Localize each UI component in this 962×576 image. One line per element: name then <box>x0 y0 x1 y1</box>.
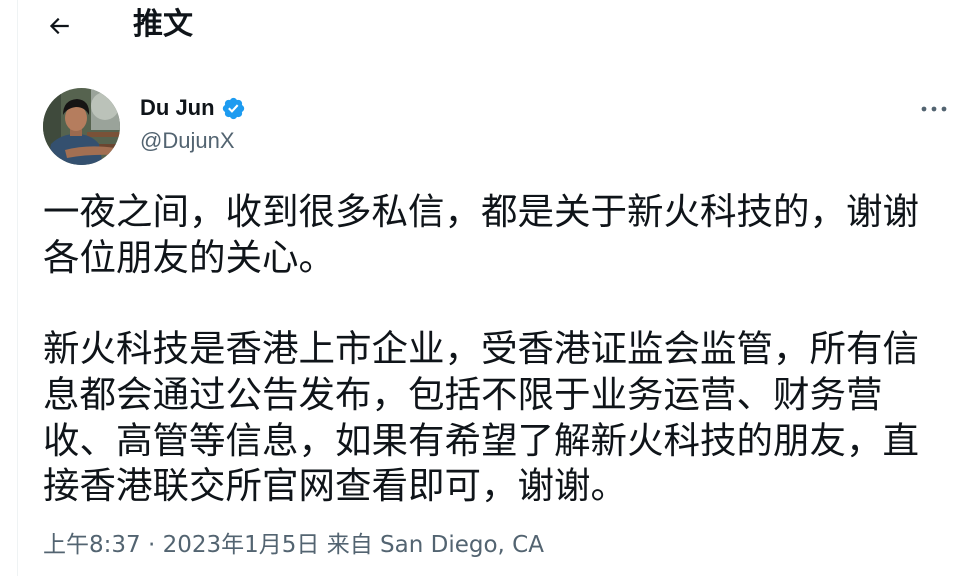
tweet-paragraph: 一夜之间，收到很多私信，都是关于新火科技的，谢谢 各位朋友的关心。 <box>43 189 943 280</box>
author-name[interactable]: Du Jun <box>140 94 215 122</box>
tweet-text-line: 收、高管等信息，如果有希望了解新火科技的朋友，直 <box>43 418 919 462</box>
page-title: 推文 <box>133 7 193 42</box>
tweet-paragraph: 新火科技是香港上市企业，受香港证监会监管，所有信 息都会通过公告发布，包括不限于… <box>43 326 943 509</box>
tweet-text-line: 一夜之间，收到很多私信，都是关于新火科技的，谢谢 <box>43 190 919 233</box>
tweet-text-line: 息都会通过公告发布，包括不限于业务运营、财务营 <box>43 372 883 416</box>
verified-badge-icon <box>221 96 246 121</box>
tweet-text: 一夜之间，收到很多私信，都是关于新火科技的，谢谢 各位朋友的关心。 新火科技是香… <box>43 189 943 509</box>
timestamp-link[interactable]: 上午8:37 · 2023年1月5日 <box>43 532 319 558</box>
author-handle[interactable]: @DujunX <box>140 128 235 154</box>
tweet-time: 上午8:37 <box>43 532 141 558</box>
more-horizontal-icon[interactable] <box>918 97 950 121</box>
author-name-row: Du Jun <box>140 94 246 122</box>
tweet-text-line: 各位朋友的关心。 <box>43 235 335 279</box>
tweet-meta: 上午8:37 · 2023年1月5日 来自 San Diego, CA <box>43 531 544 559</box>
column-border <box>17 0 18 576</box>
tweet-text-line: 新火科技是香港上市企业，受香港证监会监管，所有信 <box>43 327 919 371</box>
tweet-date: 2023年1月5日 <box>162 532 320 558</box>
tweet-text-line: 接香港联交所官网查看即可，谢谢。 <box>43 464 627 508</box>
meta-separator: · <box>147 532 156 558</box>
back-arrow-icon[interactable] <box>45 12 73 40</box>
source-prefix: 来自 <box>326 532 373 558</box>
avatar[interactable] <box>43 88 120 165</box>
location-link[interactable]: San Diego, CA <box>380 532 544 558</box>
